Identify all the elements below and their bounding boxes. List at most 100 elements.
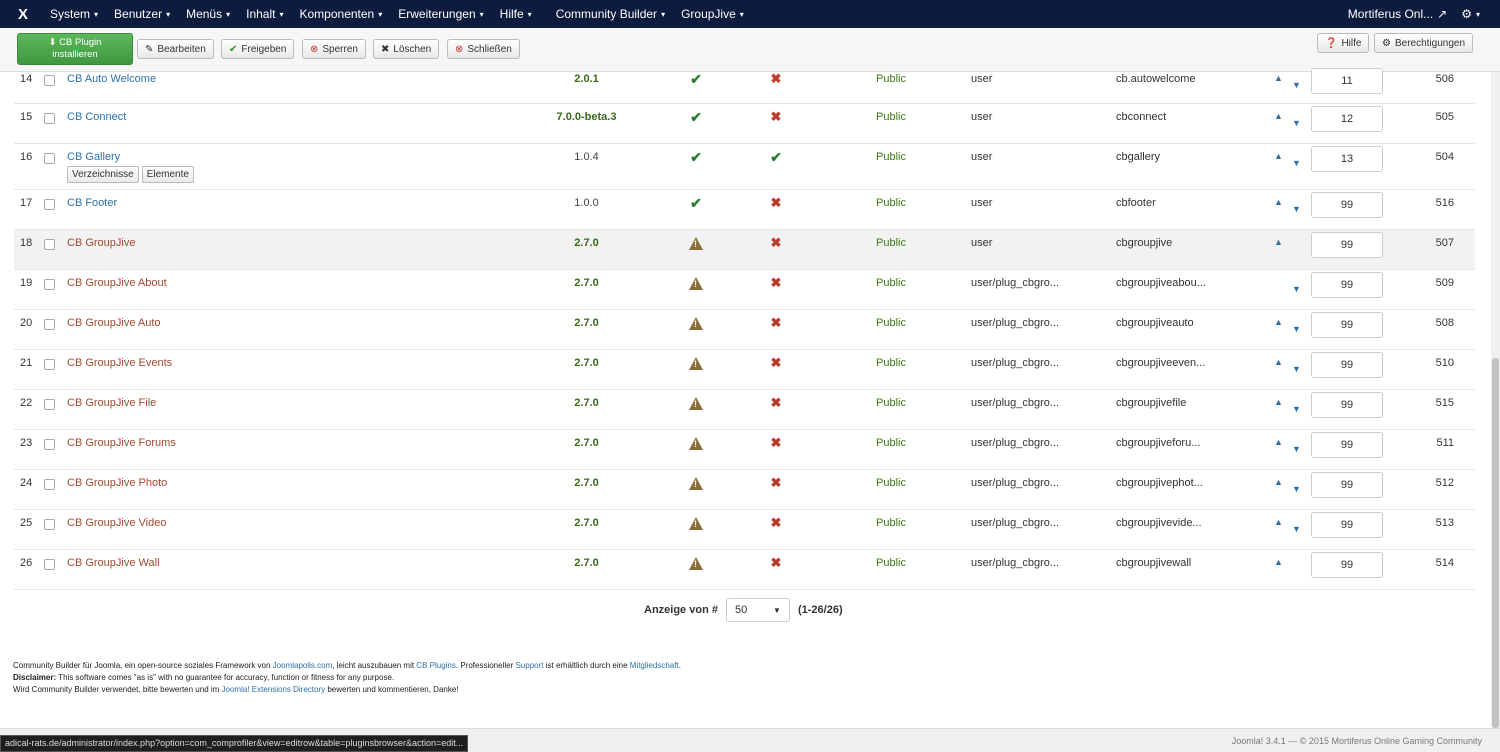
plugin-name-link[interactable]: CB GroupJive Events xyxy=(67,357,172,369)
published-toggle[interactable] xyxy=(686,237,706,253)
default-toggle[interactable]: ✔ xyxy=(766,150,786,165)
published-toggle[interactable] xyxy=(686,437,706,453)
default-toggle[interactable]: ✖ xyxy=(766,556,786,570)
row-checkbox[interactable] xyxy=(44,279,55,290)
close-button[interactable]: ⊗ Schließen xyxy=(447,39,520,59)
site-link[interactable]: Mortiferus Onl... ↗ xyxy=(1348,7,1447,21)
jed-link[interactable]: Joomla! Extensions Directory xyxy=(222,685,326,694)
order-down-icon[interactable]: ▼ xyxy=(1292,364,1301,374)
scrollbar-thumb[interactable] xyxy=(1492,358,1499,728)
ordering-input[interactable]: 99 xyxy=(1311,232,1383,258)
user-menu[interactable]: ⚙ ▾ xyxy=(1461,7,1480,21)
ordering-input[interactable]: 99 xyxy=(1311,392,1383,418)
edit-button[interactable]: ✎ Bearbeiten xyxy=(137,39,214,59)
default-toggle[interactable]: ✖ xyxy=(766,236,786,250)
row-checkbox[interactable] xyxy=(44,319,55,330)
published-toggle[interactable] xyxy=(686,397,706,413)
help-button[interactable]: ❓ Hilfe xyxy=(1317,33,1370,53)
row-checkbox[interactable] xyxy=(44,75,55,86)
plugin-name-link[interactable]: CB GroupJive File xyxy=(67,397,156,409)
published-toggle[interactable]: ✔ xyxy=(686,196,706,211)
install-plugin-button[interactable]: ⬇ CB Plugin installieren xyxy=(17,33,133,65)
ordering-input[interactable]: 11 xyxy=(1311,68,1383,94)
ordering-input[interactable]: 12 xyxy=(1311,106,1383,132)
ordering-input[interactable]: 99 xyxy=(1311,432,1383,458)
default-toggle[interactable]: ✖ xyxy=(766,316,786,330)
order-up-icon[interactable]: ▲ xyxy=(1274,197,1283,207)
row-checkbox[interactable] xyxy=(44,399,55,410)
order-up-icon[interactable]: ▲ xyxy=(1274,357,1283,367)
published-toggle[interactable] xyxy=(686,357,706,373)
menu-inhalt[interactable]: Inhalt ▾ xyxy=(238,0,291,28)
order-down-icon[interactable]: ▼ xyxy=(1292,284,1301,294)
unpublish-button[interactable]: ⊗ Sperren xyxy=(302,39,366,59)
order-down-icon[interactable]: ▼ xyxy=(1292,80,1301,90)
ordering-input[interactable]: 13 xyxy=(1311,146,1383,172)
row-checkbox[interactable] xyxy=(44,113,55,124)
order-up-icon[interactable]: ▲ xyxy=(1274,317,1283,327)
menu-benutzer[interactable]: Benutzer ▾ xyxy=(106,0,178,28)
order-up-icon[interactable]: ▲ xyxy=(1274,437,1283,447)
order-up-icon[interactable]: ▲ xyxy=(1274,151,1283,161)
ordering-input[interactable]: 99 xyxy=(1311,512,1383,538)
delete-button[interactable]: ✖ Löschen xyxy=(373,39,440,59)
support-link[interactable]: Support xyxy=(515,661,543,670)
joomla-logo-icon[interactable]: X xyxy=(10,0,36,28)
elements-button[interactable]: Elemente xyxy=(141,166,194,183)
published-toggle[interactable]: ✔ xyxy=(686,150,706,165)
default-toggle[interactable]: ✖ xyxy=(766,396,786,410)
order-up-icon[interactable]: ▲ xyxy=(1274,557,1283,567)
joomlapolis-link[interactable]: Joomlapolis.com xyxy=(273,661,333,670)
menu-community-builder[interactable]: Community Builder ▾ xyxy=(548,0,673,28)
order-down-icon[interactable]: ▼ xyxy=(1292,524,1301,534)
default-toggle[interactable]: ✖ xyxy=(766,110,786,124)
plugin-name-link[interactable]: CB GroupJive Forums xyxy=(67,437,176,449)
plugin-name-link[interactable]: CB GroupJive Video xyxy=(67,517,166,529)
default-toggle[interactable]: ✖ xyxy=(766,436,786,450)
published-toggle[interactable] xyxy=(686,277,706,293)
cb-plugins-link[interactable]: CB Plugins xyxy=(416,661,456,670)
published-toggle[interactable]: ✔ xyxy=(686,72,706,87)
order-up-icon[interactable]: ▲ xyxy=(1274,397,1283,407)
row-checkbox[interactable] xyxy=(44,199,55,210)
menu-erweiterungen[interactable]: Erweiterungen ▾ xyxy=(390,0,491,28)
row-checkbox[interactable] xyxy=(44,479,55,490)
row-checkbox[interactable] xyxy=(44,519,55,530)
default-toggle[interactable]: ✖ xyxy=(766,72,786,86)
order-down-icon[interactable]: ▼ xyxy=(1292,484,1301,494)
menu-hilfe[interactable]: Hilfe ▾ xyxy=(492,0,540,28)
plugin-name-link[interactable]: CB GroupJive Auto xyxy=(67,317,161,329)
order-up-icon[interactable]: ▲ xyxy=(1274,73,1283,83)
menu-komponenten[interactable]: Komponenten ▾ xyxy=(292,0,391,28)
default-toggle[interactable]: ✖ xyxy=(766,196,786,210)
published-toggle[interactable]: ✔ xyxy=(686,110,706,125)
ordering-input[interactable]: 99 xyxy=(1311,552,1383,578)
published-toggle[interactable] xyxy=(686,477,706,493)
plugin-name-link[interactable]: CB GroupJive Wall xyxy=(67,557,160,569)
order-down-icon[interactable]: ▼ xyxy=(1292,158,1301,168)
order-down-icon[interactable]: ▼ xyxy=(1292,204,1301,214)
published-toggle[interactable] xyxy=(686,517,706,533)
plugin-name-link[interactable]: CB GroupJive Photo xyxy=(67,477,167,489)
publish-button[interactable]: ✔ Freigeben xyxy=(221,39,295,59)
plugin-name-link[interactable]: CB Footer xyxy=(67,197,117,209)
row-checkbox[interactable] xyxy=(44,153,55,164)
order-down-icon[interactable]: ▼ xyxy=(1292,324,1301,334)
directories-button[interactable]: Verzeichnisse xyxy=(67,166,139,183)
order-down-icon[interactable]: ▼ xyxy=(1292,404,1301,414)
ordering-input[interactable]: 99 xyxy=(1311,352,1383,378)
row-checkbox[interactable] xyxy=(44,439,55,450)
plugin-name-link[interactable]: CB GroupJive About xyxy=(67,277,167,289)
plugin-name-link[interactable]: CB Connect xyxy=(67,111,126,123)
order-down-icon[interactable]: ▼ xyxy=(1292,444,1301,454)
order-up-icon[interactable]: ▲ xyxy=(1274,517,1283,527)
default-toggle[interactable]: ✖ xyxy=(766,516,786,530)
order-up-icon[interactable]: ▲ xyxy=(1274,111,1283,121)
membership-link[interactable]: Mitgliedschaft xyxy=(630,661,679,670)
ordering-input[interactable]: 99 xyxy=(1311,312,1383,338)
plugin-name-link[interactable]: CB GroupJive xyxy=(67,237,135,249)
ordering-input[interactable]: 99 xyxy=(1311,272,1383,298)
published-toggle[interactable] xyxy=(686,557,706,573)
order-up-icon[interactable]: ▲ xyxy=(1274,237,1283,247)
menu-menues[interactable]: Menüs ▾ xyxy=(178,0,238,28)
